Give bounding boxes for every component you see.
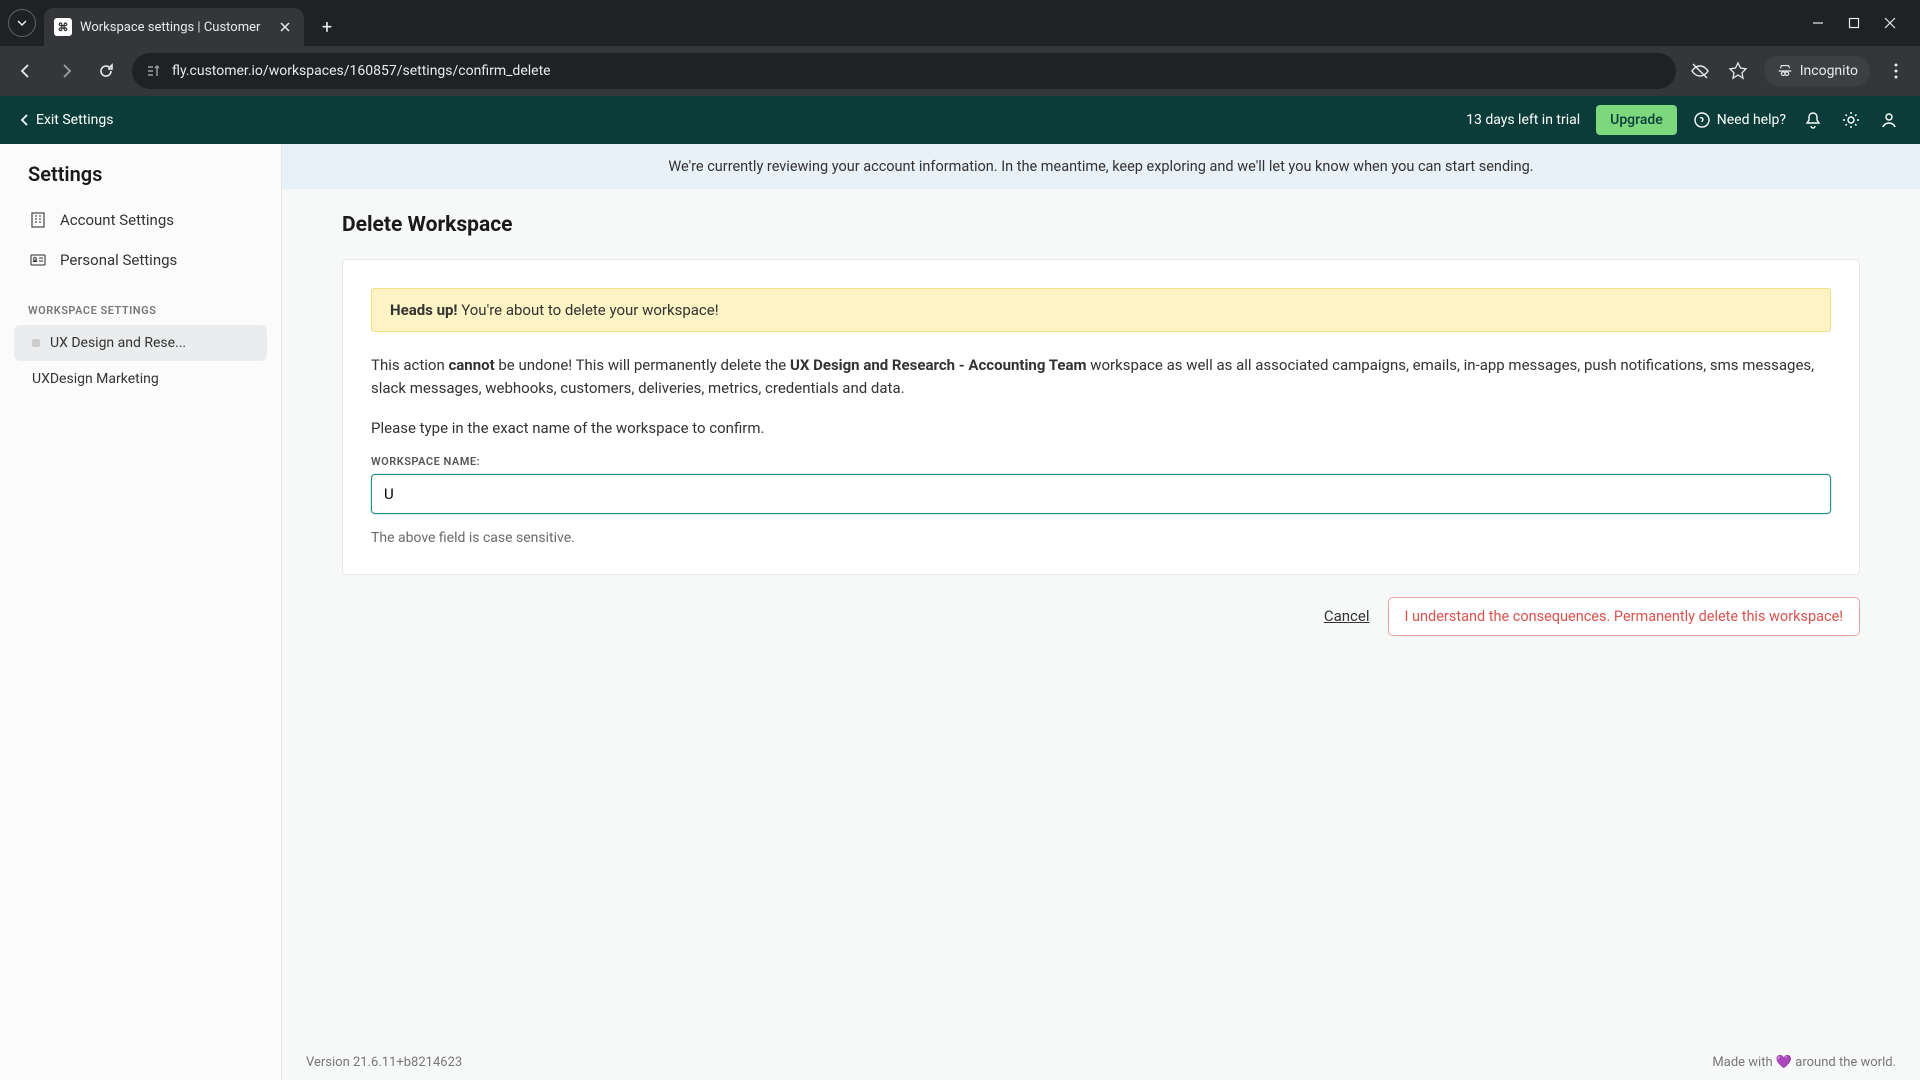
content-area: Delete Workspace Heads up! You're about … [282,189,1920,660]
eye-off-icon[interactable] [1688,59,1712,83]
minimize-button[interactable] [1812,17,1824,29]
back-button[interactable] [12,57,40,85]
app-top-bar: Exit Settings 13 days left in trial Upgr… [0,96,1920,144]
star-icon [1728,61,1748,81]
upgrade-button[interactable]: Upgrade [1596,105,1677,135]
sidebar-workspace-item[interactable]: UX Design and Rese... [14,325,267,361]
app-body: Settings Account Settings Personal Setti… [0,144,1920,1080]
id-card-icon [28,250,48,270]
exit-settings-label: Exit Settings [36,112,113,128]
footer: Version 21.6.11+b8214623 Made with 💜 aro… [282,1045,1920,1080]
settings-gear-button[interactable] [1840,109,1862,131]
user-icon [1879,110,1899,130]
sidebar-workspace-item[interactable]: UXDesign Marketing [14,361,267,397]
workspace-label: UX Design and Rese... [50,335,186,351]
incognito-label: Incognito [1800,63,1858,79]
confirm-delete-button[interactable]: I understand the consequences. Permanent… [1388,597,1860,636]
chevron-left-icon [20,113,30,127]
building-icon [28,210,48,230]
sidebar-title: Settings [0,162,281,200]
dots-vertical-icon [1887,62,1905,80]
site-settings-icon[interactable] [146,63,162,79]
close-icon [1884,17,1896,29]
sidebar-item-label: Personal Settings [60,251,177,269]
browser-chrome: ⌘ Workspace settings | Customer + [0,0,1920,96]
page-title: Delete Workspace [342,213,1860,237]
confirm-prompt: Please type in the exact name of the wor… [371,419,1831,437]
new-tab-button[interactable]: + [312,12,342,42]
notifications-button[interactable] [1802,109,1824,131]
warning-alert: Heads up! You're about to delete your wo… [371,288,1831,332]
workspace-dot-icon [32,339,40,347]
cancel-button[interactable]: Cancel [1324,607,1370,625]
tab-title: Workspace settings | Customer [80,20,268,35]
chevron-down-icon [16,17,28,29]
need-help-link[interactable]: Need help? [1693,111,1786,129]
heart-icon: 💜 [1776,1055,1792,1070]
made-with-text: Made with 💜 around the world. [1712,1055,1896,1070]
help-circle-icon [1693,111,1711,129]
app: Exit Settings 13 days left in trial Upgr… [0,96,1920,1080]
sidebar-section-label: WORKSPACE SETTINGS [0,280,281,325]
browser-tab[interactable]: ⌘ Workspace settings | Customer [44,8,304,46]
reload-button[interactable] [92,57,120,85]
dialog-actions: Cancel I understand the consequences. Pe… [342,597,1860,636]
reload-icon [97,62,115,80]
profile-button[interactable] [1878,109,1900,131]
close-icon [280,22,290,32]
window-controls [1812,17,1912,29]
sidebar: Settings Account Settings Personal Setti… [0,144,282,1080]
sidebar-item-label: Account Settings [60,211,174,229]
warning-paragraph: This action cannot be undone! This will … [371,354,1831,401]
address-bar: fly.customer.io/workspaces/160857/settin… [0,46,1920,96]
tab-bar: ⌘ Workspace settings | Customer + [0,0,1920,46]
case-sensitive-hint: The above field is case sensitive. [371,530,1831,546]
close-window-button[interactable] [1884,17,1896,29]
bell-icon [1803,110,1823,130]
workspace-name-input[interactable] [371,474,1831,514]
review-banner: We're currently reviewing your account i… [282,144,1920,189]
tab-search-dropdown[interactable] [8,9,36,37]
maximize-icon [1848,17,1860,29]
trial-status: 13 days left in trial [1466,112,1580,128]
main-content: We're currently reviewing your account i… [282,144,1920,1080]
workspace-label: UXDesign Marketing [32,371,159,387]
arrow-left-icon [17,62,35,80]
url-text: fly.customer.io/workspaces/160857/settin… [172,63,1662,79]
alert-strong: Heads up! [390,301,458,319]
maximize-button[interactable] [1848,17,1860,29]
exit-settings-link[interactable]: Exit Settings [20,112,113,128]
forward-button[interactable] [52,57,80,85]
arrow-right-icon [57,62,75,80]
browser-menu-button[interactable] [1884,59,1908,83]
sidebar-item-account-settings[interactable]: Account Settings [0,200,281,240]
help-label: Need help? [1717,112,1786,128]
alert-text: You're about to delete your workspace! [458,301,719,319]
workspace-name-label: WORKSPACE NAME: [371,455,1831,468]
version-text: Version 21.6.11+b8214623 [306,1055,462,1070]
bookmark-button[interactable] [1726,59,1750,83]
tab-favicon: ⌘ [54,18,72,36]
sidebar-item-personal-settings[interactable]: Personal Settings [0,240,281,280]
delete-workspace-panel: Heads up! You're about to delete your wo… [342,259,1860,575]
minimize-icon [1812,17,1824,29]
tab-close-button[interactable] [276,18,294,36]
url-box[interactable]: fly.customer.io/workspaces/160857/settin… [132,53,1676,89]
gear-icon [1841,110,1861,130]
incognito-badge[interactable]: Incognito [1764,56,1870,86]
incognito-icon [1776,62,1794,80]
